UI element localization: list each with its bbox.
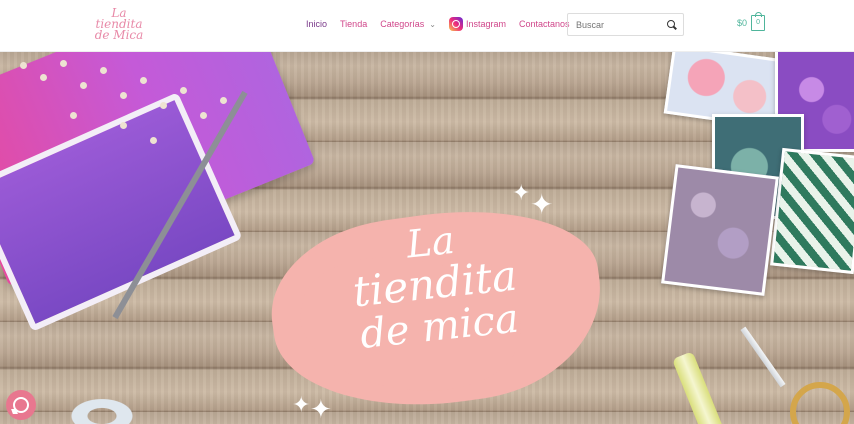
whatsapp-icon <box>13 397 29 413</box>
nav-item-contactanos[interactable]: Contactanos <box>519 19 570 29</box>
nav-item-categorias[interactable]: Categorías ⌄ <box>380 19 436 29</box>
cart-button[interactable]: $0 0 <box>737 12 766 31</box>
nav-label: Instagram <box>465 19 506 29</box>
instagram-icon <box>448 17 463 31</box>
hero-banner: La tiendita de mica ✦ ✦ ✦ ✦ <box>0 52 854 424</box>
main-nav: Inicio Tienda Categorías ⌄ Instagram Con… <box>306 17 583 31</box>
logo-line-3: de Mica <box>94 28 144 42</box>
site-logo[interactable]: La tiendita de Mica <box>88 7 150 44</box>
nav-label: Inicio <box>306 19 328 29</box>
sparkle-icon: ✦ <box>310 394 332 424</box>
nav-label: Contactanos <box>518 19 570 29</box>
nav-label: Tienda <box>340 19 368 29</box>
search-box <box>567 13 684 36</box>
dried-flowers-image <box>0 52 240 152</box>
nav-item-inicio[interactable]: Inicio <box>306 19 327 29</box>
cart-total: $0 <box>737 18 748 28</box>
whatsapp-button[interactable] <box>6 390 36 420</box>
site-header: La tiendita de Mica Inicio Tienda Catego… <box>0 0 854 52</box>
sparkle-icon: ✦ <box>292 392 311 417</box>
nav-item-instagram[interactable]: Instagram <box>448 17 506 31</box>
nav-label: Categorías <box>380 19 425 29</box>
cart-icon: 0 <box>751 12 766 31</box>
search-input[interactable] <box>568 19 663 30</box>
cart-count: 0 <box>756 19 760 26</box>
sparkle-icon: ✦ <box>530 189 554 220</box>
leaf-paper-image <box>770 147 854 275</box>
search-icon[interactable] <box>667 19 677 30</box>
chevron-down-icon: ⌄ <box>429 19 436 29</box>
nav-item-tienda[interactable]: Tienda <box>340 19 367 29</box>
sparkle-icon: ✦ <box>512 180 531 205</box>
rose-paper-image <box>661 164 779 296</box>
